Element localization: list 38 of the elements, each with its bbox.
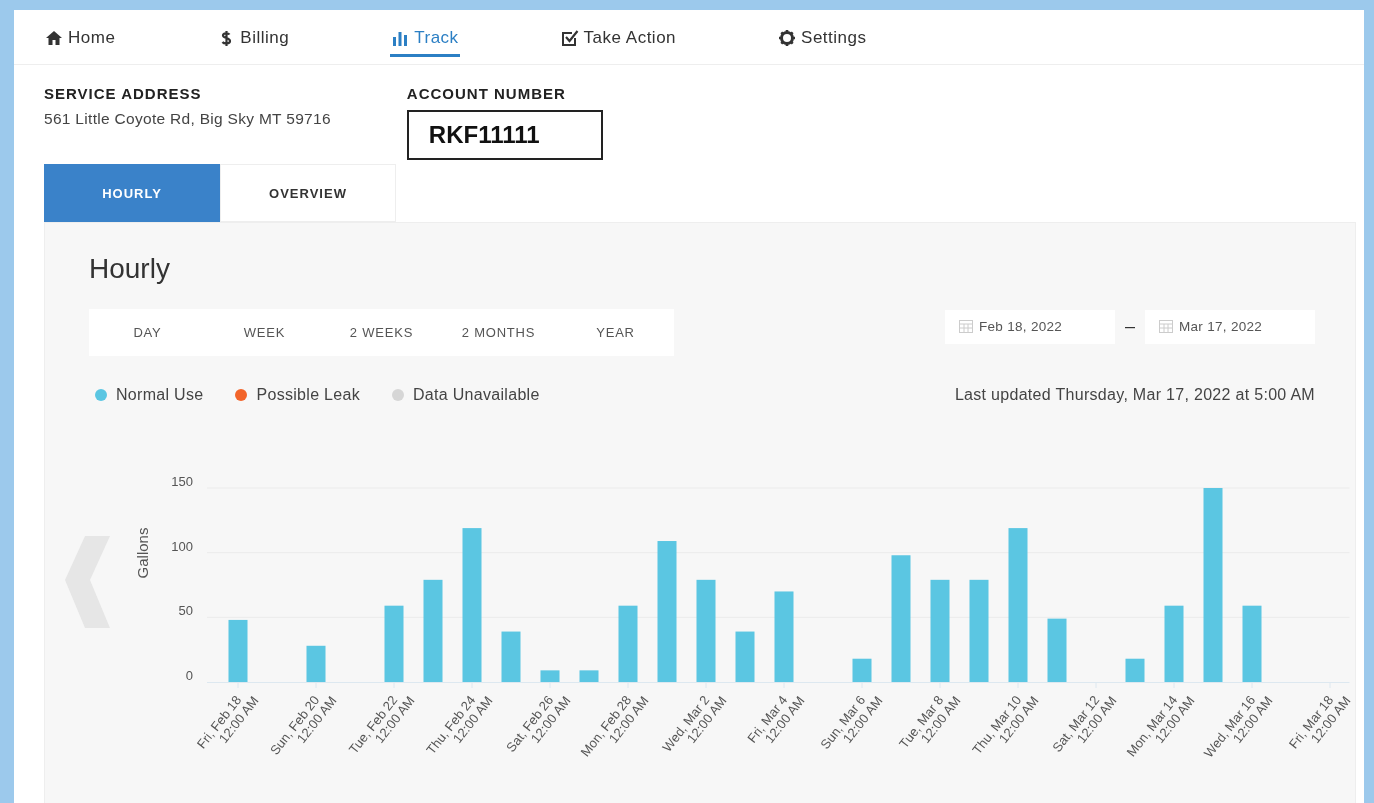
legend-label: Normal Use — [116, 386, 204, 404]
gear-icon — [778, 28, 797, 47]
bar — [1047, 618, 1067, 682]
bar — [852, 658, 872, 682]
home-icon — [45, 28, 63, 47]
date-field[interactable]: Mar 17, 2022 — [1145, 309, 1315, 344]
calendar-icon — [1159, 320, 1173, 333]
address-text: 561 Little Coyote Rd, Big Sky MT 59716 — [44, 110, 331, 128]
legend-label: Data Unavailable — [413, 386, 540, 404]
date-field[interactable]: Feb 18, 2022 — [945, 309, 1115, 344]
bar — [501, 631, 521, 682]
checkbox-icon — [560, 28, 579, 47]
bar — [228, 619, 248, 682]
date-separator: – — [1125, 316, 1135, 337]
y-axis-label: Gallons — [134, 527, 151, 579]
panel-title: Hourly — [89, 253, 171, 285]
nav-tab[interactable]: Settings — [777, 17, 868, 57]
bar — [540, 670, 560, 682]
field-label: SERVICE ADDRESS — [44, 85, 203, 102]
nav-tab[interactable]: Home — [44, 17, 117, 57]
y-tick-label: 50 — [178, 603, 193, 619]
account-number-box: RKF11111 — [406, 110, 603, 160]
bar — [306, 645, 326, 682]
field-label: ACCOUNT NUMBER — [406, 85, 567, 102]
legend-label: Possible Leak — [256, 386, 360, 404]
view-tab[interactable]: OVERVIEW — [220, 164, 396, 222]
view-tab[interactable]: HOURLY — [44, 164, 220, 222]
y-tick-label: 150 — [171, 474, 193, 489]
nav-tab[interactable]: Take Action — [559, 17, 678, 57]
y-tick-label: 100 — [171, 538, 193, 554]
y-tick-label: 0 — [185, 668, 193, 683]
last-updated-text: Last updated Thursday, Mar 17, 2022 at 5:00 AM — [954, 386, 1315, 404]
nav-tab[interactable]: Track — [390, 17, 460, 57]
bar — [735, 631, 755, 682]
nav-tab[interactable]: Billing — [216, 17, 291, 57]
bar — [1125, 658, 1145, 682]
calendar-icon — [959, 320, 973, 333]
bar — [579, 670, 599, 682]
